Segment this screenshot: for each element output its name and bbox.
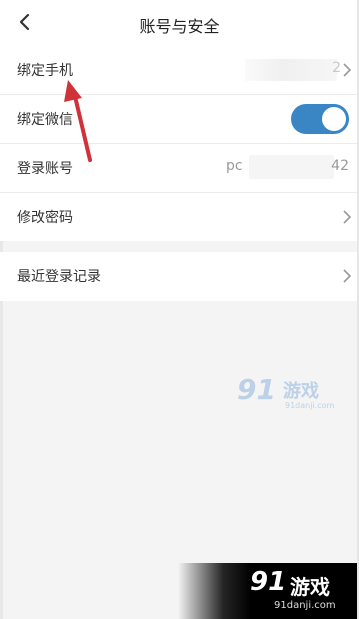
phone-masked-value	[245, 59, 337, 81]
chevron-right-icon	[343, 63, 352, 77]
watermark-url: 91danji.com	[285, 401, 335, 410]
settings-group-primary: 绑定手机 2 绑定微信 登录账号 pc 42 修改密码	[0, 46, 359, 241]
row-change-password[interactable]: 修改密码	[0, 193, 359, 241]
chevron-right-icon	[343, 269, 352, 283]
row-bind-phone[interactable]: 绑定手机 2	[0, 46, 359, 95]
toggle-knob	[322, 107, 346, 131]
watermark-corner: 91 游戏 91danji.com	[178, 563, 359, 619]
watermark-text: 游戏	[283, 381, 319, 402]
watermark-corner-text: 游戏	[290, 575, 330, 599]
chevron-right-icon	[343, 210, 352, 224]
account-value-prefix: pc	[226, 158, 243, 174]
watermark-corner-logo: 91	[250, 567, 287, 597]
settings-group-secondary: 最近登录记录	[0, 252, 359, 301]
account-value-suffix: 42	[331, 158, 349, 174]
row-bind-wechat: 绑定微信	[0, 95, 359, 144]
row-recent-login[interactable]: 最近登录记录	[0, 252, 359, 300]
change-password-label: 修改密码	[17, 210, 73, 226]
annotation-arrow-icon	[64, 80, 92, 162]
watermark-logo: 91	[237, 373, 276, 406]
row-login-account: 登录账号 pc 42	[0, 144, 359, 193]
header-bar: 账号与安全	[0, 0, 359, 46]
account-masked-value	[249, 155, 334, 179]
watermark-center: 91 游戏 91danji.com	[237, 373, 337, 417]
wechat-toggle[interactable]	[291, 104, 349, 134]
phone-value-tail: 2	[332, 60, 341, 76]
recent-login-label: 最近登录记录	[17, 269, 101, 285]
bind-phone-label: 绑定手机	[17, 63, 73, 79]
page-title: 账号与安全	[139, 17, 220, 36]
watermark-corner-url: 91danji.com	[274, 600, 336, 611]
